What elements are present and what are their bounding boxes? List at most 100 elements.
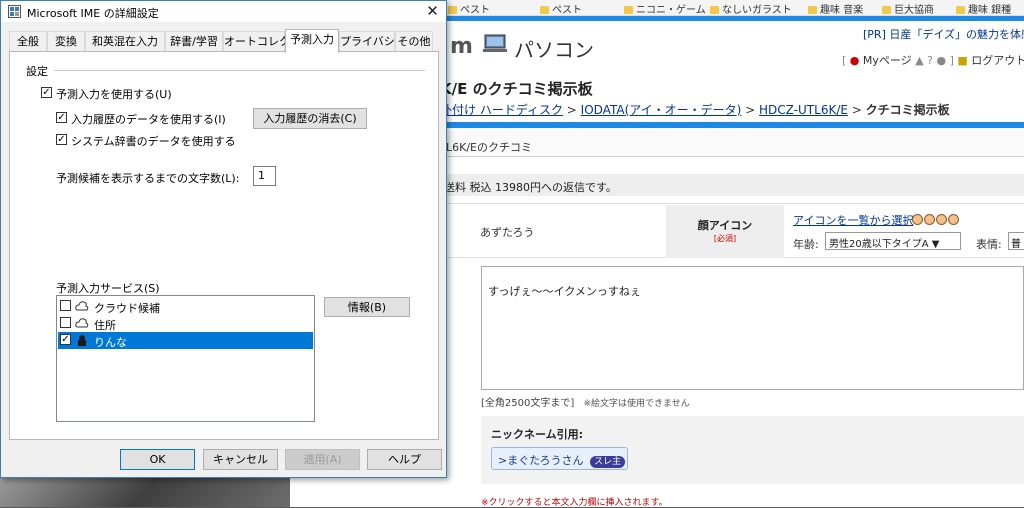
cloud-icon bbox=[75, 318, 89, 328]
age-label: 年齢: bbox=[793, 238, 819, 251]
service-list[interactable]: クラウド候補 住所 ✓ りんな bbox=[56, 295, 315, 422]
site-logo[interactable]: m bbox=[450, 34, 473, 59]
apply-button[interactable]: 適用(A) bbox=[285, 449, 360, 470]
service-item-address[interactable]: 住所 bbox=[58, 315, 313, 332]
prediction-tab-panel: 設定 ✓ 予測入力を使用する(U) ✓ 入力履歴のデータを使用する(I) 入力履… bbox=[9, 51, 439, 440]
nickname-button-label: >まぐたろうさん bbox=[498, 454, 584, 467]
bookmark-label: 趣味 銀種 bbox=[968, 5, 1012, 16]
tab-general[interactable]: 全般 bbox=[9, 31, 47, 52]
bookmark-label: 巨大協商 bbox=[894, 5, 934, 16]
thread-owner-badge: スレ主 bbox=[590, 456, 626, 468]
service-label: 予測入力サービス(S) bbox=[56, 282, 160, 295]
promo-link[interactable]: [PR] 日産「デイズ」の魅力を体感 bbox=[863, 26, 1024, 42]
service-checkbox[interactable]: ✓ bbox=[60, 334, 71, 345]
ime-settings-dialog: Microsoft IME の詳細設定 ✕ 全般 変換 和英混在入力 辞書/学習… bbox=[0, 0, 447, 478]
char-limit: [全角2500文字まで] ※絵文字は使用できません bbox=[481, 394, 690, 409]
use-system-dict-checkbox[interactable]: ✓ bbox=[56, 134, 67, 145]
breadcrumb: 外付け ハードディスク > IODATA(アイ・オー・データ) > HDCZ-U… bbox=[440, 103, 950, 117]
logout-link[interactable]: ログアウト bbox=[971, 54, 1024, 67]
face-icons[interactable] bbox=[912, 210, 960, 229]
face-icon[interactable] bbox=[912, 214, 923, 225]
service-checkbox[interactable] bbox=[60, 300, 71, 311]
author-name: あずたろう bbox=[480, 226, 535, 239]
service-item-cloud[interactable]: クラウド候補 bbox=[58, 298, 313, 315]
required-mark: [必須] bbox=[713, 234, 737, 243]
expression-label: 表情: bbox=[976, 238, 1002, 251]
char-count-input[interactable]: 1 bbox=[253, 166, 276, 186]
service-name: りんな bbox=[94, 336, 127, 349]
tab-dictionary[interactable]: 辞書/学習 bbox=[165, 31, 223, 52]
char-limit-note: ※絵文字は使用できません bbox=[583, 399, 690, 409]
breadcrumb-link-product[interactable]: HDCZ-UTL6K/E bbox=[759, 103, 848, 117]
bracket-open: [ bbox=[842, 54, 847, 67]
tab-mixed-input[interactable]: 和英混在入力 bbox=[85, 31, 165, 52]
breadcrumb-current: クチコミ掲示板 bbox=[865, 103, 950, 117]
ime-app-icon bbox=[8, 5, 21, 18]
user-links: [ ● Myページ ▲ ? ● ] ■ ログアウト bbox=[842, 52, 1024, 68]
tab-privacy[interactable]: プライバシー bbox=[339, 31, 406, 52]
char-limit-text: [全角2500文字まで] bbox=[481, 398, 575, 409]
cancel-button[interactable]: キャンセル bbox=[203, 449, 278, 470]
use-prediction-checkbox[interactable]: ✓ bbox=[41, 87, 52, 98]
bookmark-item[interactable]: ペスト bbox=[448, 1, 490, 16]
icon-header: 顔アイコン [必須] bbox=[666, 205, 784, 258]
tab-conversion[interactable]: 変換 bbox=[47, 31, 85, 52]
tab-prediction[interactable]: 予測入力 bbox=[285, 29, 339, 53]
dialog-title: Microsoft IME の詳細設定 bbox=[27, 7, 159, 20]
breadcrumb-link-maker[interactable]: IODATA(アイ・オー・データ) bbox=[581, 103, 742, 117]
bracket-close: ] bbox=[949, 54, 954, 67]
ok-button[interactable]: OK bbox=[120, 449, 195, 470]
page-title: K/E のクチコミ掲示板 bbox=[440, 80, 593, 98]
pc-icon bbox=[483, 34, 507, 52]
bookmark-label: ペスト bbox=[552, 5, 582, 16]
comment-textarea[interactable]: すっげぇ～～イクメンっすねぇ bbox=[481, 266, 1024, 390]
clear-history-button[interactable]: 入力履歴の消去(C) bbox=[253, 108, 367, 129]
bookmark-label: ニコニ・ゲーム bbox=[636, 5, 706, 16]
group-title: 設定 bbox=[26, 65, 48, 78]
review-tab[interactable]: L6K/Eのクチコミ bbox=[440, 131, 1024, 157]
mypage-icon: ● bbox=[849, 54, 860, 67]
bookmark-item[interactable]: なしいガラスト bbox=[710, 1, 792, 16]
bookmark-item[interactable]: ニコニ・ゲーム bbox=[624, 1, 706, 16]
bookmark-label: なしいガラスト bbox=[722, 5, 792, 16]
service-item-rinna[interactable]: ✓ りんな bbox=[58, 332, 313, 349]
bookmark-label: 趣味 音楽 bbox=[820, 5, 864, 16]
service-name: クラウド候補 bbox=[94, 302, 160, 315]
age-select[interactable]: 男性20歳以下タイプA ▼ bbox=[825, 232, 961, 250]
face-icon[interactable] bbox=[924, 214, 935, 225]
bookmark-item[interactable]: 趣味 音楽 bbox=[808, 1, 864, 16]
group-divider bbox=[54, 70, 425, 71]
warning-icon[interactable]: ▲ ? ● bbox=[915, 54, 946, 67]
bookmark-item[interactable]: 趣味 銀種 bbox=[956, 1, 1012, 16]
bookmark-label: ペスト bbox=[460, 5, 490, 16]
expression-select[interactable]: 普 bbox=[1008, 232, 1024, 250]
info-button[interactable]: 情報(B) bbox=[324, 297, 410, 317]
face-icon[interactable] bbox=[936, 214, 947, 225]
nickname-area: ニックネーム引用: >まぐたろうさん スレ主 bbox=[481, 416, 1024, 484]
nickname-quote-button[interactable]: >まぐたろうさん スレ主 bbox=[491, 447, 628, 470]
use-system-dict-label[interactable]: システム辞書のデータを使用する bbox=[71, 133, 236, 149]
service-checkbox[interactable] bbox=[60, 317, 71, 328]
char-count-label: 予測候補を表示するまでの文字数(L): bbox=[56, 172, 240, 185]
icon-header-label: 顔アイコン bbox=[697, 219, 753, 232]
use-history-label[interactable]: 入力履歴のデータを使用する(I) bbox=[71, 111, 226, 127]
icon-list-link[interactable]: アイコンを一覧から選択 bbox=[793, 212, 913, 228]
tab-other[interactable]: その他 bbox=[395, 31, 433, 52]
use-history-checkbox[interactable]: ✓ bbox=[56, 112, 67, 123]
reply-info: 送料 税込 13980円への返信です。 bbox=[440, 174, 1024, 196]
tab-autocorrect[interactable]: オートコレクト bbox=[223, 31, 301, 52]
mypage-link[interactable]: Myページ bbox=[863, 54, 912, 67]
bookmark-item[interactable]: ペスト bbox=[540, 1, 582, 16]
lock-icon: ■ bbox=[957, 54, 968, 67]
help-button[interactable]: ヘルプ bbox=[367, 449, 442, 470]
face-icon[interactable] bbox=[948, 214, 959, 225]
bookmark-item[interactable]: 巨大協商 bbox=[882, 1, 934, 16]
form-row: あずたろう 顔アイコン [必須] アイコンを一覧から選択 年齢: 男性20歳以下… bbox=[440, 203, 1024, 258]
rinna-icon bbox=[78, 335, 86, 346]
close-icon[interactable]: ✕ bbox=[419, 1, 446, 22]
nickname-note: ※クリックすると本文入力欄に挿入されます。 bbox=[481, 498, 668, 508]
use-prediction-label[interactable]: 予測入力を使用する(U) bbox=[56, 86, 172, 102]
breadcrumb-link-storage[interactable]: 外付け ハードディスク bbox=[440, 103, 563, 117]
cloud-icon bbox=[75, 301, 89, 311]
title-bar[interactable]: Microsoft IME の詳細設定 ✕ bbox=[1, 1, 446, 22]
